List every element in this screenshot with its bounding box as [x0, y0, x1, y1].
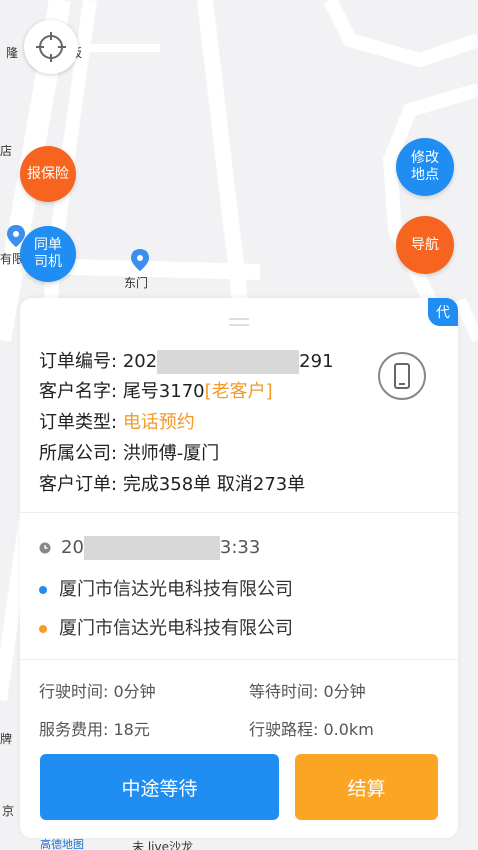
customer-name-label: 客户名字:: [39, 381, 118, 402]
report-insurance-button[interactable]: 报保险: [20, 146, 76, 202]
order-type-label: 订单类型:: [39, 412, 118, 433]
end-address-row: 厦门市信达光电科技有限公司: [39, 614, 293, 640]
map-brand-logo: 高德地图: [40, 838, 84, 850]
poi-pin-icon: [131, 249, 149, 271]
customer-tag: [老客户]: [204, 381, 273, 402]
drive-distance: 行驶路程: 0.0km: [249, 720, 374, 739]
redacted-block: [157, 350, 300, 374]
order-number-label: 订单编号:: [39, 351, 118, 372]
navigate-button[interactable]: 导航: [396, 216, 454, 274]
order-info: 订单编号: 202 291 客户名字: 尾号3170[老客户] 订单类型: 电话预…: [39, 350, 334, 505]
order-number-row: 订单编号: 202 291: [39, 350, 334, 381]
order-time-prefix: 20: [61, 537, 84, 558]
same-order-driver-button[interactable]: 同单 司机: [20, 226, 76, 282]
divider: [20, 512, 458, 513]
customer-history-value: 完成358单 取消273单: [122, 474, 306, 495]
call-customer-button[interactable]: [378, 352, 426, 400]
order-card: 代 订单编号: 202 291 客户名字: 尾号3170[老客户] 订单类型: 电…: [20, 298, 458, 838]
end-address: 厦门市信达光电科技有限公司: [59, 618, 293, 639]
order-time-row: 20 3:33: [39, 536, 260, 560]
customer-history-row: 客户订单: 完成358单 取消273单: [39, 474, 334, 505]
map-label: 隆: [6, 46, 19, 60]
order-time-suffix: 3:33: [219, 537, 261, 558]
settle-button[interactable]: 结算: [295, 754, 438, 820]
map-label: 东门: [124, 276, 149, 290]
start-address-row: 厦门市信达光电科技有限公司: [39, 575, 293, 601]
order-number-prefix: 202: [122, 351, 158, 372]
start-address: 厦门市信达光电科技有限公司: [59, 579, 293, 600]
phone-icon: [394, 363, 410, 389]
order-number-suffix: 291: [299, 351, 334, 372]
company-row: 所属公司: 洪师傅-厦门: [39, 443, 334, 474]
order-type-value: 电话预约: [122, 412, 195, 433]
wait-time: 等待时间: 0分钟: [249, 682, 366, 701]
map-label: 未 live沙龙: [132, 840, 193, 850]
midway-wait-button[interactable]: 中途等待: [40, 754, 279, 820]
driver-tag-badge: 代: [428, 298, 458, 326]
company-label: 所属公司:: [39, 443, 118, 464]
map-label: 京: [2, 804, 15, 818]
customer-name-value: 尾号3170: [122, 381, 205, 402]
locate-button[interactable]: [24, 20, 78, 74]
crosshair-icon: [36, 32, 66, 62]
drag-handle[interactable]: [229, 318, 249, 330]
redacted-block: [83, 536, 220, 560]
start-dot-icon: [39, 586, 47, 594]
divider: [20, 659, 458, 660]
customer-name-row: 客户名字: 尾号3170[老客户]: [39, 381, 334, 412]
map-label: 店: [0, 144, 13, 158]
order-type-row: 订单类型: 电话预约: [39, 412, 334, 443]
company-value: 洪师傅-厦门: [122, 443, 220, 464]
end-dot-icon: [39, 625, 47, 633]
map-label: 牌: [0, 732, 13, 746]
customer-history-label: 客户订单:: [39, 474, 118, 495]
service-fee: 服务费用: 18元: [39, 720, 150, 739]
clock-icon: [39, 542, 51, 554]
modify-location-button[interactable]: 修改 地点: [396, 138, 454, 196]
drive-time: 行驶时间: 0分钟: [39, 682, 156, 701]
